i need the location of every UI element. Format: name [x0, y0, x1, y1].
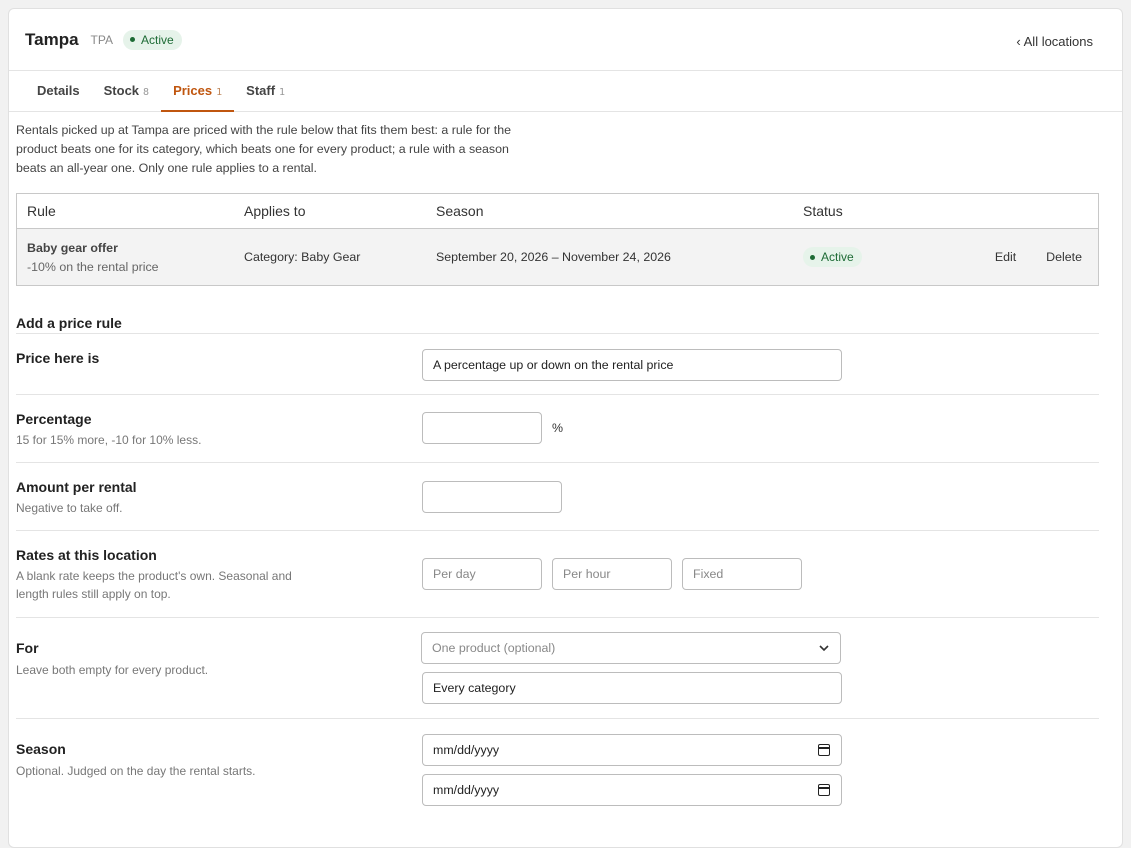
row-actions: Edit Delete [995, 250, 1082, 264]
page-title: Tampa [25, 29, 79, 49]
tab-prices[interactable]: Prices 1 [161, 71, 235, 112]
all-locations-link[interactable]: ‹ All locations [1016, 34, 1093, 49]
status-badge-label: Active [141, 32, 174, 47]
product-select-placeholder: One product (optional) [432, 641, 556, 655]
tab-details-label: Details [37, 83, 80, 98]
for-row: For Leave both empty for every product. … [16, 617, 1099, 718]
price-type-select[interactable]: A percentage up or down on the rental pr… [422, 349, 842, 381]
season-end-placeholder: mm/dd/yyyy [433, 783, 500, 797]
column-header-rule: Rule [27, 203, 56, 219]
status-dot-icon [130, 37, 135, 42]
percentage-hint: 15 for 15% more, -10 for 10% less. [16, 433, 202, 447]
for-label: For [16, 640, 39, 656]
per-day-input[interactable]: Per day [422, 558, 542, 590]
fixed-rate-input[interactable]: Fixed [682, 558, 802, 590]
price-type-label: Price here is [16, 350, 100, 366]
price-rules-table: Rule Applies to Season Status Baby gear … [16, 193, 1099, 286]
tab-stock-count: 8 [143, 87, 150, 98]
amount-hint: Negative to take off. [16, 501, 123, 515]
rule-description: -10% on the rental price [27, 259, 159, 274]
edit-rule-button[interactable]: Edit [995, 250, 1016, 264]
tab-staff-label: Staff [246, 83, 276, 98]
season-hint: Optional. Judged on the day the rental s… [16, 764, 256, 778]
rule-season: September 20, 2026 – November 24, 2026 [436, 250, 671, 264]
rule-cell: Baby gear offer -10% on the rental price [27, 241, 159, 274]
season-start-input[interactable]: mm/dd/yyyy [422, 734, 842, 766]
percentage-label: Percentage [16, 411, 92, 427]
amount-label: Amount per rental [16, 479, 137, 495]
rule-name: Baby gear offer [27, 240, 118, 255]
rule-applies-to: Category: Baby Gear [244, 250, 361, 264]
tab-stock-label: Stock [103, 83, 140, 98]
status-badge: Active [123, 29, 182, 50]
location-code: TPA [90, 32, 113, 47]
price-type-row: Price here is A percentage up or down on… [16, 333, 1099, 394]
chevron-down-icon [819, 645, 829, 652]
season-end-input[interactable]: mm/dd/yyyy [422, 774, 842, 806]
tab-staff-count: 1 [279, 87, 286, 98]
tab-details[interactable]: Details [25, 71, 92, 111]
per-hour-input[interactable]: Per hour [552, 558, 672, 590]
delete-rule-button[interactable]: Delete [1046, 250, 1082, 264]
season-start-placeholder: mm/dd/yyyy [433, 743, 500, 757]
season-row: Season Optional. Judged on the day the r… [16, 718, 1099, 834]
rule-status-dot-icon [810, 254, 815, 260]
calendar-icon[interactable] [818, 784, 830, 796]
season-label: Season [16, 741, 66, 757]
column-header-season: Season [436, 203, 484, 219]
rates-hint: A blank rate keeps the product's own. Se… [16, 569, 292, 601]
amount-row: Amount per rental Negative to take off. [16, 462, 1099, 530]
tab-stock[interactable]: Stock 8 [92, 71, 161, 111]
rates-label: Rates at this location [16, 547, 157, 563]
page-header: Tampa TPA Active ‹ All locations [9, 9, 1122, 71]
for-hint: Leave both empty for every product. [16, 663, 209, 677]
table-header: Rule Applies to Season Status [17, 194, 1098, 229]
tab-prices-count: 1 [216, 87, 223, 98]
table-row: Baby gear offer -10% on the rental price… [17, 229, 1098, 285]
rates-row: Rates at this location A blank rate keep… [16, 530, 1099, 617]
column-header-applies: Applies to [244, 203, 306, 219]
calendar-icon[interactable] [818, 744, 830, 756]
percentage-row: Percentage 15 for 15% more, -10 for 10% … [16, 394, 1099, 462]
column-header-status: Status [803, 203, 843, 219]
tab-prices-label: Prices [173, 83, 213, 98]
tab-bar: Details Stock 8 Prices 1 Staff 1 [9, 71, 1122, 112]
category-select[interactable]: Every category [422, 672, 842, 704]
percentage-unit: % [552, 421, 564, 435]
product-select[interactable]: One product (optional) [421, 632, 841, 664]
amount-input[interactable] [422, 481, 562, 513]
rule-status-badge: Active [803, 247, 862, 267]
percentage-input[interactable] [422, 412, 542, 444]
rule-status-label: Active [821, 250, 854, 264]
add-rule-title: Add a price rule [16, 315, 122, 331]
pricing-intro-text: Rentals picked up at Tampa are priced wi… [16, 123, 511, 175]
tab-staff[interactable]: Staff 1 [234, 71, 297, 111]
